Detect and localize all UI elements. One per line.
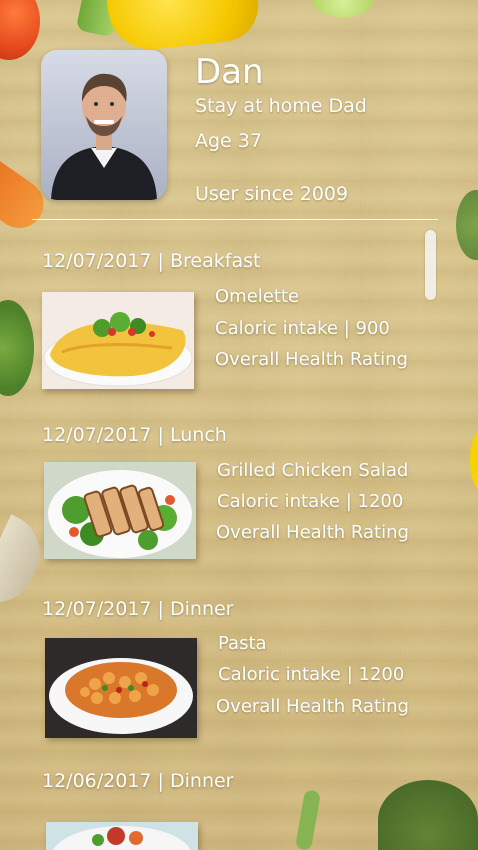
- profile-member-since: User since 2009: [195, 183, 349, 205]
- meal-header-breakfast: 12/07/2017 | Breakfast: [42, 250, 261, 272]
- pepper-slice-decoration: [470, 430, 478, 490]
- meal-header-lunch: 12/07/2017 | Lunch: [42, 424, 227, 446]
- meal-photo-pasta[interactable]: [45, 638, 197, 738]
- meal-photo-omelette[interactable]: [42, 292, 194, 389]
- meal-calories-breakfast: Caloric intake | 900: [215, 318, 390, 339]
- header-divider: [32, 219, 438, 220]
- herb-bunch-decoration: [378, 780, 478, 850]
- sprig-decoration: [294, 789, 322, 850]
- meal-calories-lunch: Caloric intake | 1200: [217, 491, 404, 512]
- tomato-decoration: [0, 0, 40, 60]
- meal-header-previous-dinner: 12/06/2017 | Dinner: [42, 770, 234, 792]
- profile-name: Dan: [195, 52, 264, 92]
- meal-header-dinner: 12/07/2017 | Dinner: [42, 598, 234, 620]
- avatar[interactable]: [41, 50, 167, 200]
- leafy-green-decoration: [0, 300, 34, 396]
- meal-title-dinner: Pasta: [218, 633, 267, 654]
- green-vegetable-decoration: [312, 0, 374, 18]
- herb-decoration: [456, 190, 478, 260]
- celery-decoration: [75, 0, 123, 38]
- meal-photo-previous-dinner[interactable]: [46, 822, 198, 850]
- meal-photo-grilled-chicken-salad[interactable]: [44, 462, 196, 559]
- meal-title-breakfast: Omelette: [215, 286, 300, 307]
- profile-age: Age 37: [195, 130, 262, 152]
- yellow-pepper-decoration: [104, 0, 262, 54]
- meal-rating-dinner[interactable]: Overall Health Rating: [216, 696, 409, 717]
- scrollbar-thumb[interactable]: [425, 230, 436, 300]
- meal-title-lunch: Grilled Chicken Salad: [217, 460, 409, 481]
- meal-calories-dinner: Caloric intake | 1200: [218, 664, 405, 685]
- meal-rating-lunch[interactable]: Overall Health Rating: [216, 522, 409, 543]
- profile-tagline: Stay at home Dad: [195, 95, 367, 117]
- meal-rating-breakfast[interactable]: Overall Health Rating: [215, 349, 408, 370]
